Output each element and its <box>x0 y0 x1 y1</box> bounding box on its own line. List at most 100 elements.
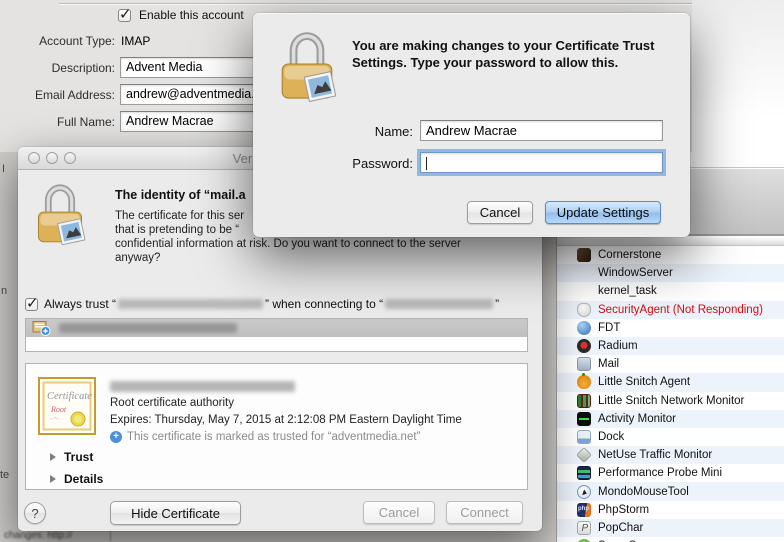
activity-app-icon <box>577 411 591 426</box>
cancel-button[interactable]: Cancel <box>467 201 533 224</box>
process-name: WindowServer <box>598 267 673 280</box>
process-row[interactable]: MondoMouseTool <box>557 482 784 501</box>
process-name: NetUse Traffic Monitor <box>598 449 713 462</box>
process-name: PhpStorm <box>598 503 650 516</box>
password-label: Password: <box>352 156 413 171</box>
process-row[interactable]: Dock <box>557 428 784 446</box>
password-field[interactable] <box>420 152 663 173</box>
hide-certificate-button[interactable]: Hide Certificate <box>110 501 241 525</box>
name-label: Name: <box>374 124 413 139</box>
trusted-plus-icon: + <box>110 431 122 443</box>
process-name: Radium <box>598 340 638 353</box>
name-field[interactable]: Andrew Macrae <box>420 120 663 141</box>
process-row[interactable]: SecurityAgent (Not Responding) <box>557 300 784 319</box>
process-row[interactable]: Mail <box>557 355 784 373</box>
certificate-details-panel: Certificate Root ~''~ Root certificate a… <box>25 363 528 490</box>
always-trust-text: ” <box>495 297 500 311</box>
update-settings-button[interactable]: Update Settings <box>545 201 661 224</box>
background-text-fragment: changes: http:// <box>4 530 73 541</box>
keychain-lock-icon <box>281 32 337 102</box>
certificate-trust-auth-dialog: You are making changes to your Certifica… <box>253 13 690 237</box>
process-name: PopChar <box>598 521 644 534</box>
text-caret <box>426 157 427 171</box>
process-row[interactable]: Radium <box>557 336 784 356</box>
always-trust-text: Always trust “ <box>44 297 117 311</box>
process-row[interactable]: FDT <box>557 319 784 337</box>
redacted-hostname <box>385 299 494 309</box>
certificate-lock-icon <box>37 184 86 245</box>
process-name: Dock <box>598 430 625 443</box>
verify-heading: The identity of “mail.a <box>115 188 246 202</box>
process-name: Mail <box>598 358 620 371</box>
process-row[interactable]: Little Snitch Network Monitor <box>557 392 784 410</box>
always-trust-checkbox[interactable] <box>25 294 39 312</box>
certificate-document-icon: Certificate Root ~''~ <box>38 377 96 435</box>
mail-app-icon <box>577 357 591 372</box>
background-text-fragment: te <box>0 469 10 481</box>
certificate-expiry: Expires: Thursday, May 7, 2015 at 2:12:0… <box>110 414 462 426</box>
trust-disclosure[interactable]: Trust <box>50 450 93 464</box>
trusted-note-text: This certificate is marked as trusted fo… <box>127 431 421 443</box>
cancel-button[interactable]: Cancel <box>363 501 435 524</box>
auth-message: You are making changes to your Certifica… <box>352 38 655 70</box>
radium-app-icon <box>577 339 591 354</box>
process-row[interactable]: SuperSync <box>557 537 784 542</box>
mouse-app-icon <box>577 484 591 499</box>
process-row[interactable]: kernel_task <box>557 282 784 300</box>
disclosure-triangle-icon <box>50 475 56 483</box>
certificate-item-icon <box>32 321 51 336</box>
always-trust-text: ” when connecting to “ <box>265 297 384 311</box>
process-name: Cornerstone <box>598 249 662 262</box>
certificate-list-selected-row[interactable] <box>26 319 527 337</box>
always-trust-row: Always trust “ ” when connecting to “ ” <box>25 294 500 312</box>
process-row[interactable]: Performance Probe Mini <box>557 464 784 482</box>
trust-disclosure-label: Trust <box>64 450 94 464</box>
svg-text:Root: Root <box>50 405 67 414</box>
probe-app-icon <box>577 466 591 481</box>
process-row[interactable]: Cornerstone <box>557 246 784 264</box>
process-list: Cornerstone WindowServer kernel_task Securi… <box>557 246 784 542</box>
dock-app-icon <box>577 429 591 444</box>
email-address-label: Email Address: <box>34 88 115 102</box>
svg-text:Certificate: Certificate <box>47 391 92 402</box>
section-divider <box>59 3 692 4</box>
process-row[interactable]: PopChar <box>557 518 784 537</box>
process-name: SecurityAgent (Not Responding) <box>598 303 763 316</box>
certificate-list[interactable] <box>25 318 528 352</box>
process-name: Little Snitch Agent <box>598 376 691 389</box>
phpstorm-app-icon <box>577 502 591 517</box>
snitch-app-icon <box>577 373 591 390</box>
process-row[interactable]: NetUse Traffic Monitor <box>557 446 784 465</box>
svg-text:~''~: ~''~ <box>50 417 60 423</box>
certificate-kind: Root certificate authority <box>110 397 235 409</box>
shield-app-icon <box>577 302 591 317</box>
connect-button[interactable]: Connect <box>446 501 523 524</box>
help-button[interactable]: ? <box>24 502 46 524</box>
process-row[interactable]: Activity Monitor <box>557 409 784 428</box>
process-name: MondoMouseTool <box>598 485 689 498</box>
process-name: Activity Monitor <box>598 412 676 425</box>
verify-message-line: anyway? <box>115 252 161 264</box>
process-row[interactable]: Little Snitch Agent <box>557 373 784 392</box>
process-name: Performance Probe Mini <box>598 467 722 480</box>
details-disclosure-label: Details <box>64 472 104 486</box>
process-row[interactable]: PhpStorm <box>557 501 784 519</box>
popchar-app-icon <box>577 520 591 535</box>
certificate-trusted-note: + This certificate is marked as trusted … <box>110 431 420 443</box>
full-name-label: Full Name: <box>56 115 115 129</box>
redacted-certificate-name <box>59 323 237 333</box>
process-name: kernel_task <box>598 285 657 298</box>
redacted-certificate-name <box>110 381 295 392</box>
chart-app-icon <box>577 393 591 408</box>
background-text-fragment: I <box>2 163 6 175</box>
account-type-value: IMAP <box>121 34 151 48</box>
enable-account-checkbox[interactable] <box>118 5 132 23</box>
description-label: Description: <box>51 61 115 75</box>
process-name: FDT <box>598 321 621 334</box>
enable-account-label: Enable this account <box>139 8 244 22</box>
details-disclosure[interactable]: Details <box>50 472 103 486</box>
cornerstone-app-icon <box>577 248 591 263</box>
account-type-label: Account Type: <box>39 34 115 48</box>
process-row[interactable]: WindowServer <box>557 264 784 283</box>
netuse-app-icon <box>576 447 592 464</box>
